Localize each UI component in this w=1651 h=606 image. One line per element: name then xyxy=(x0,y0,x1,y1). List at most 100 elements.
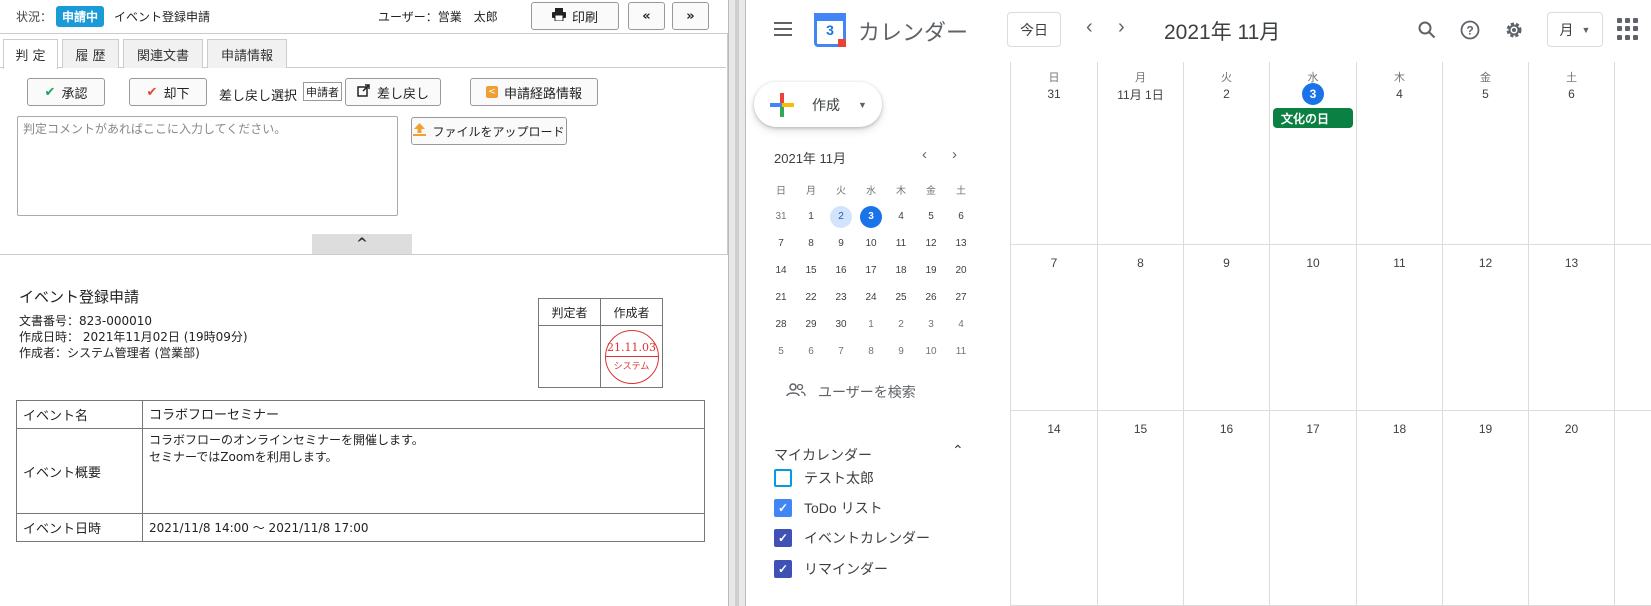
mini-day[interactable]: 28 xyxy=(766,311,796,338)
mini-day[interactable]: 4 xyxy=(946,311,976,338)
prev-document-button[interactable]: « xyxy=(628,2,665,30)
today-button[interactable]: 今日 xyxy=(1007,12,1061,47)
day-cell[interactable]: 13 xyxy=(1529,245,1615,410)
date-number[interactable]: 13 xyxy=(1529,252,1614,274)
day-cell[interactable]: 7 xyxy=(1011,245,1098,410)
my-calendar-item[interactable]: テスト太郎 xyxy=(774,468,874,488)
tab-request-info[interactable]: 申請情報 xyxy=(207,39,287,68)
mini-day[interactable]: 15 xyxy=(796,257,826,284)
mini-day[interactable]: 9 xyxy=(886,338,916,365)
event-chip[interactable]: 文化の日 xyxy=(1273,108,1353,128)
mini-day[interactable]: 7 xyxy=(826,338,856,365)
mini-day[interactable]: 30 xyxy=(826,311,856,338)
day-cell[interactable]: 14 xyxy=(1011,411,1098,605)
mini-day[interactable]: 19 xyxy=(916,257,946,284)
date-number[interactable]: 31 xyxy=(1011,83,1097,105)
day-cell[interactable]: 8 xyxy=(1098,245,1184,410)
my-calendar-item[interactable]: ✓ リマインダー xyxy=(774,559,888,579)
tab-related-docs[interactable]: 関連文書 xyxy=(123,39,203,68)
send-back-button[interactable]: 差し戻し xyxy=(345,78,441,106)
mini-day[interactable]: 18 xyxy=(886,257,916,284)
approve-button[interactable]: ✔ 承認 xyxy=(27,78,105,106)
day-cell[interactable]: 9 xyxy=(1184,245,1270,410)
chevron-up-icon[interactable]: ⌃ xyxy=(952,442,964,459)
mini-day[interactable]: 13 xyxy=(946,230,976,257)
mini-day[interactable]: 10 xyxy=(856,230,886,257)
date-number[interactable]: 17 xyxy=(1270,418,1356,440)
mini-day[interactable]: 21 xyxy=(766,284,796,311)
date-number[interactable]: 6 xyxy=(1529,83,1614,105)
day-cell[interactable]: 日 31 xyxy=(1011,62,1098,244)
mini-day[interactable]: 11 xyxy=(886,230,916,257)
day-cell[interactable]: 土6 xyxy=(1529,62,1615,244)
mini-day[interactable]: 17 xyxy=(856,257,886,284)
day-cell[interactable]: 20 xyxy=(1529,411,1615,605)
mini-day[interactable]: 7 xyxy=(766,230,796,257)
mini-day[interactable]: 4 xyxy=(886,203,916,230)
upload-file-button[interactable]: ファイルをアップロード xyxy=(411,117,567,145)
day-cell[interactable]: 16 xyxy=(1184,411,1270,605)
mini-day[interactable]: 10 xyxy=(916,338,946,365)
mini-day[interactable]: 2 xyxy=(886,311,916,338)
day-cell[interactable]: 10 xyxy=(1270,245,1357,410)
checkbox-checked-icon[interactable]: ✓ xyxy=(774,499,792,517)
mini-day[interactable]: 22 xyxy=(796,284,826,311)
day-cell[interactable]: 月 11月 1日 xyxy=(1098,62,1184,244)
mini-day[interactable]: 20 xyxy=(946,257,976,284)
mini-day[interactable]: 31 xyxy=(766,203,796,230)
mini-day[interactable]: 11 xyxy=(946,338,976,365)
people-search[interactable]: ユーザーを検索 xyxy=(786,382,916,402)
date-number[interactable]: 19 xyxy=(1443,418,1528,440)
mini-day[interactable]: 3 xyxy=(856,203,886,230)
date-number[interactable]: 16 xyxy=(1184,418,1269,440)
mini-day[interactable]: 24 xyxy=(856,284,886,311)
mini-day[interactable]: 27 xyxy=(946,284,976,311)
checkbox-unchecked-icon[interactable] xyxy=(774,469,792,487)
collapse-panel-toggle[interactable]: ^ xyxy=(312,234,412,254)
judgement-comment-input[interactable]: 判定コメントがあればここに入力してください。 xyxy=(17,116,398,216)
day-cell[interactable]: 火2 xyxy=(1184,62,1270,244)
date-number[interactable]: 18 xyxy=(1357,418,1442,440)
tab-history[interactable]: 履 歴 xyxy=(62,39,119,68)
date-number[interactable]: 14 xyxy=(1011,418,1097,440)
mini-day[interactable]: 8 xyxy=(796,230,826,257)
date-number[interactable]: 5 xyxy=(1443,83,1528,105)
apps-grid-icon[interactable] xyxy=(1617,18,1639,40)
divider-handle[interactable] xyxy=(735,0,739,606)
date-number[interactable]: 12 xyxy=(1443,252,1528,274)
day-cell[interactable]: 17 xyxy=(1270,411,1357,605)
search-icon[interactable] xyxy=(1414,17,1440,43)
create-button[interactable]: 作成 ▼ xyxy=(754,82,882,127)
mini-next-chevron-icon[interactable]: › xyxy=(952,146,957,163)
help-icon[interactable]: ? xyxy=(1457,17,1483,43)
mini-day[interactable]: 5 xyxy=(766,338,796,365)
date-number[interactable]: 11月 1日 xyxy=(1098,83,1183,105)
reject-button[interactable]: ✔ 却下 xyxy=(129,78,207,106)
mini-day[interactable]: 2 xyxy=(826,203,856,230)
view-mode-select[interactable]: 月 ▼ xyxy=(1547,12,1603,47)
mini-day[interactable]: 6 xyxy=(796,338,826,365)
mini-day[interactable]: 6 xyxy=(946,203,976,230)
date-number[interactable]: 8 xyxy=(1098,252,1183,274)
date-number[interactable]: 2 xyxy=(1184,83,1269,105)
next-document-button[interactable]: » xyxy=(672,2,709,30)
date-number[interactable]: 3 xyxy=(1270,83,1356,105)
mini-day[interactable]: 29 xyxy=(796,311,826,338)
date-number[interactable]: 4 xyxy=(1357,83,1442,105)
mini-day[interactable]: 14 xyxy=(766,257,796,284)
mini-day[interactable]: 12 xyxy=(916,230,946,257)
mini-day[interactable]: 16 xyxy=(826,257,856,284)
date-number[interactable]: 10 xyxy=(1270,252,1356,274)
day-cell[interactable]: 15 xyxy=(1098,411,1184,605)
day-cell[interactable]: 11 xyxy=(1357,245,1443,410)
main-menu-button[interactable] xyxy=(770,16,796,42)
day-cell[interactable]: 水 3 文化の日 xyxy=(1270,62,1357,244)
mini-day[interactable]: 26 xyxy=(916,284,946,311)
print-button[interactable]: 印刷 xyxy=(531,2,619,30)
day-cell[interactable]: 18 xyxy=(1357,411,1443,605)
date-number[interactable]: 7 xyxy=(1011,252,1097,274)
date-number[interactable]: 11 xyxy=(1357,252,1442,274)
day-cell[interactable]: 木4 xyxy=(1357,62,1443,244)
mini-day[interactable]: 1 xyxy=(856,311,886,338)
mini-day[interactable]: 9 xyxy=(826,230,856,257)
